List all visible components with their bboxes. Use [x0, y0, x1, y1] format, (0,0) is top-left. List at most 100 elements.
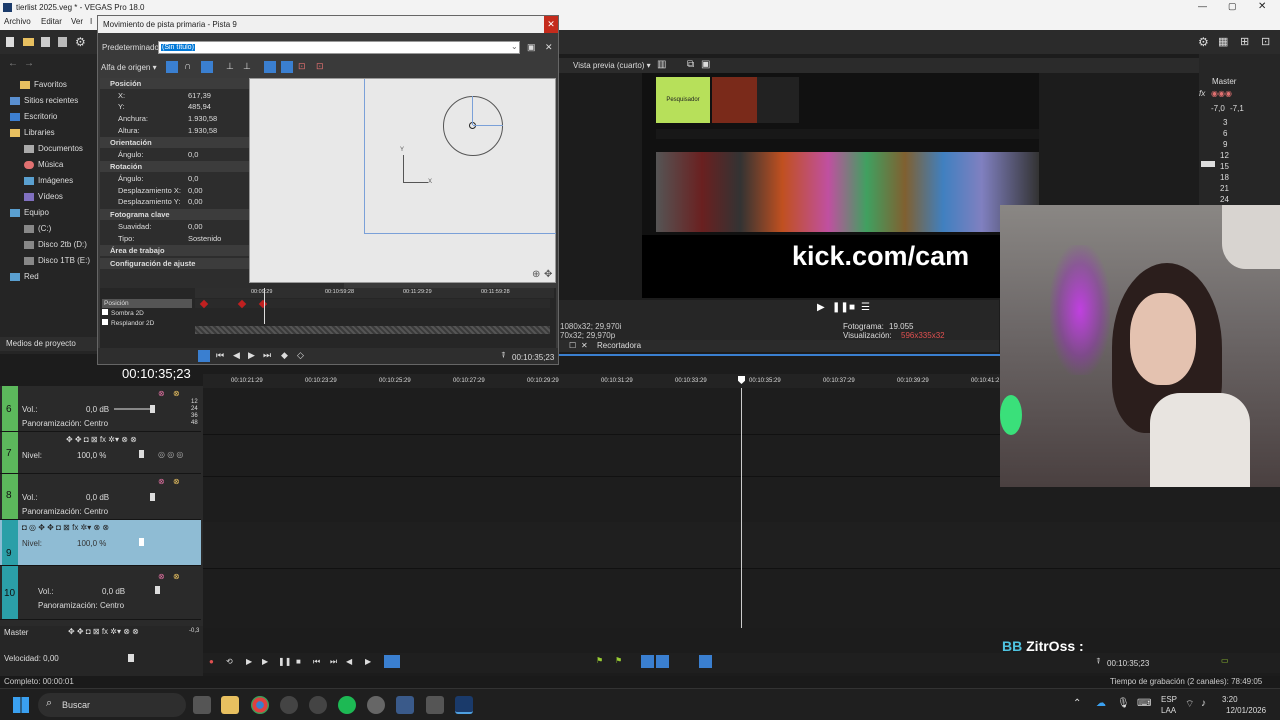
- prev-kf-icon[interactable]: ◀: [233, 350, 240, 361]
- kf-ruler[interactable]: 00:09:29 00:10:59:28 00:11:29:29 00:11:5…: [195, 288, 554, 298]
- solo-icon[interactable]: ⊗: [173, 477, 180, 486]
- vegas-taskbar-icon[interactable]: [455, 696, 473, 714]
- file-explorer-icon[interactable]: [221, 696, 239, 714]
- level-slider-thumb[interactable]: [139, 538, 144, 546]
- preview-settings-gear-icon[interactable]: ⚙: [1198, 35, 1209, 49]
- edit-tool-icon[interactable]: [384, 655, 400, 668]
- play-button[interactable]: ▶: [817, 302, 825, 313]
- tree-documentos[interactable]: Documentos: [24, 142, 83, 156]
- tree-drive-e[interactable]: Disco 1TB (E:): [24, 254, 90, 268]
- timeline-end-icon[interactable]: ▭: [1221, 656, 1229, 665]
- maximize-button[interactable]: ▢: [1228, 1, 1237, 12]
- discord-icon[interactable]: [367, 696, 385, 714]
- track-motion-icon[interactable]: ◘ ◎ ✥ ✥ ◘ ⊠ fx ✲▾ ⊗ ⊗: [22, 523, 109, 532]
- last-kf-icon[interactable]: ⏭: [263, 350, 271, 361]
- move-x-icon[interactable]: [264, 61, 276, 73]
- menu-archivo[interactable]: Archivo: [4, 17, 31, 26]
- tree-libraries[interactable]: Libraries: [10, 126, 55, 140]
- mute-icon[interactable]: ⊗: [158, 572, 165, 581]
- tree-red[interactable]: Red: [10, 270, 39, 284]
- forward-arrow-icon[interactable]: →: [24, 58, 34, 69]
- next-kf-icon[interactable]: ▶: [248, 350, 255, 361]
- tree-equipo[interactable]: Equipo: [10, 206, 49, 220]
- track-9-header[interactable]: 9 ◘ ◎ ✥ ✥ ◘ ⊠ fx ✲▾ ⊗ ⊗ Nivel: 100,0 %: [0, 520, 201, 566]
- solo-icon[interactable]: ⊗: [173, 572, 180, 581]
- track-8-header[interactable]: 8 ⊗ ⊗ Vol.: 0,0 dB Panoramización: Centr…: [0, 474, 201, 520]
- lang-2[interactable]: LAA: [1161, 706, 1176, 715]
- record-icon[interactable]: ●: [209, 657, 214, 666]
- save-icon[interactable]: [41, 37, 50, 47]
- taskbar-search[interactable]: ⌕ Buscar: [38, 693, 186, 717]
- preset-dropdown-icon[interactable]: ⌄: [511, 42, 518, 51]
- render-icon[interactable]: [58, 37, 67, 47]
- vol-slider-thumb[interactable]: [155, 586, 160, 594]
- vol-slider[interactable]: [114, 408, 154, 410]
- clock-date[interactable]: 12/01/2026: [1226, 706, 1266, 715]
- tray-mic-icon[interactable]: 🎙: [1117, 698, 1130, 709]
- delete-preset-icon[interactable]: ✕: [545, 42, 553, 53]
- tree-escritorio[interactable]: Escritorio: [10, 110, 57, 124]
- track-7-header[interactable]: 7 ✥ ✥ ◘ ⊠ fx ✲▾ ⊗ ⊗ Nivel: 100,0 % ◎ ◎ ◎: [0, 432, 201, 474]
- mixer-icon[interactable]: ▦: [1218, 35, 1228, 48]
- mute-icon[interactable]: ⊗: [158, 477, 165, 486]
- project-media-tab[interactable]: Medios de proyecto: [0, 337, 100, 351]
- minimize-button[interactable]: —: [1198, 1, 1207, 11]
- mixer-menu-icon[interactable]: ⊞: [1240, 35, 1249, 48]
- checkbox-icon[interactable]: [102, 319, 108, 325]
- settings-gear-icon[interactable]: ⚙: [75, 35, 86, 49]
- add-kf-icon[interactable]: ◆: [281, 350, 288, 361]
- auto-ripple-icon[interactable]: [699, 655, 712, 668]
- mute-icon[interactable]: ⊗: [158, 389, 165, 398]
- tray-wifi-icon[interactable]: ⌔: [1185, 698, 1194, 711]
- zoom-icon[interactable]: ⊕: [532, 269, 540, 280]
- kf-row-position[interactable]: Posición: [102, 299, 192, 308]
- level-slider-thumb[interactable]: [139, 450, 144, 458]
- windows-start-icon[interactable]: [13, 697, 29, 713]
- master-fader[interactable]: [1201, 161, 1215, 167]
- tree-videos[interactable]: Vídeos: [24, 190, 63, 204]
- origin-dropdown[interactable]: Alfa de origen ▾: [101, 63, 157, 72]
- steam-icon[interactable]: [396, 696, 414, 714]
- new-file-icon[interactable]: [6, 37, 14, 47]
- play-icon[interactable]: ▶: [262, 657, 268, 666]
- snap-icon[interactable]: ∩: [184, 61, 191, 72]
- snapping-icon[interactable]: [641, 655, 654, 668]
- delete-kf-icon[interactable]: ◇: [297, 350, 304, 361]
- kf-row-shadow[interactable]: Sombra 2D: [102, 309, 192, 318]
- tree-imagenes[interactable]: Imágenes: [24, 174, 73, 188]
- go-to-start-icon[interactable]: ⏮: [313, 657, 320, 667]
- solo-icon[interactable]: ⊗: [173, 389, 180, 398]
- save-snapshot-icon[interactable]: ▣: [701, 59, 710, 70]
- tree-drive-d[interactable]: Disco 2tb (D:): [24, 238, 87, 252]
- stop-button[interactable]: ■: [849, 302, 855, 313]
- stop-icon[interactable]: ■: [296, 657, 301, 666]
- tree-favoritos[interactable]: Favoritos: [20, 78, 67, 92]
- master-track-icons[interactable]: ✥ ✥ ◘ ⊠ fx ✲▾ ⊗ ⊗: [68, 627, 139, 636]
- task-view-icon[interactable]: [193, 696, 211, 714]
- preview-mode-dropdown[interactable]: Vista previa (cuarto) ▾: [573, 61, 651, 70]
- tray-chevron-icon[interactable]: ⌃: [1073, 698, 1081, 709]
- region-icon[interactable]: ⚑: [615, 656, 622, 665]
- move-icon[interactable]: ✥: [544, 269, 552, 280]
- grid-snap-icon[interactable]: [201, 61, 213, 73]
- tree-drive-c[interactable]: (C:): [24, 222, 51, 236]
- edit-in-place-icon[interactable]: [166, 61, 178, 73]
- master-bus-icons[interactable]: ◉◉◉: [1211, 89, 1232, 98]
- first-kf-icon[interactable]: ⏮: [216, 350, 224, 361]
- go-to-end-icon[interactable]: ⏭: [330, 657, 337, 667]
- open-folder-icon[interactable]: [23, 38, 34, 46]
- tab-close-icon[interactable]: ✕: [581, 341, 588, 350]
- tree-musica[interactable]: Música: [24, 158, 63, 172]
- overlays-icon[interactable]: ▥: [657, 59, 666, 70]
- tree-recientes[interactable]: Sitios recientes: [10, 94, 78, 108]
- speed-slider-thumb[interactable]: [128, 654, 134, 662]
- playhead-marker[interactable]: [738, 376, 745, 384]
- lang-1[interactable]: ESP: [1161, 695, 1177, 704]
- menu-icon[interactable]: ☰: [861, 302, 870, 313]
- pause-button[interactable]: ❚❚: [832, 302, 849, 313]
- menu-editar[interactable]: Editar: [41, 17, 62, 26]
- tray-cloud-icon[interactable]: ☁: [1096, 698, 1106, 709]
- app-icon-2[interactable]: [426, 696, 444, 714]
- app-icon[interactable]: [309, 696, 327, 714]
- dialog-close-button[interactable]: ✕: [544, 16, 558, 33]
